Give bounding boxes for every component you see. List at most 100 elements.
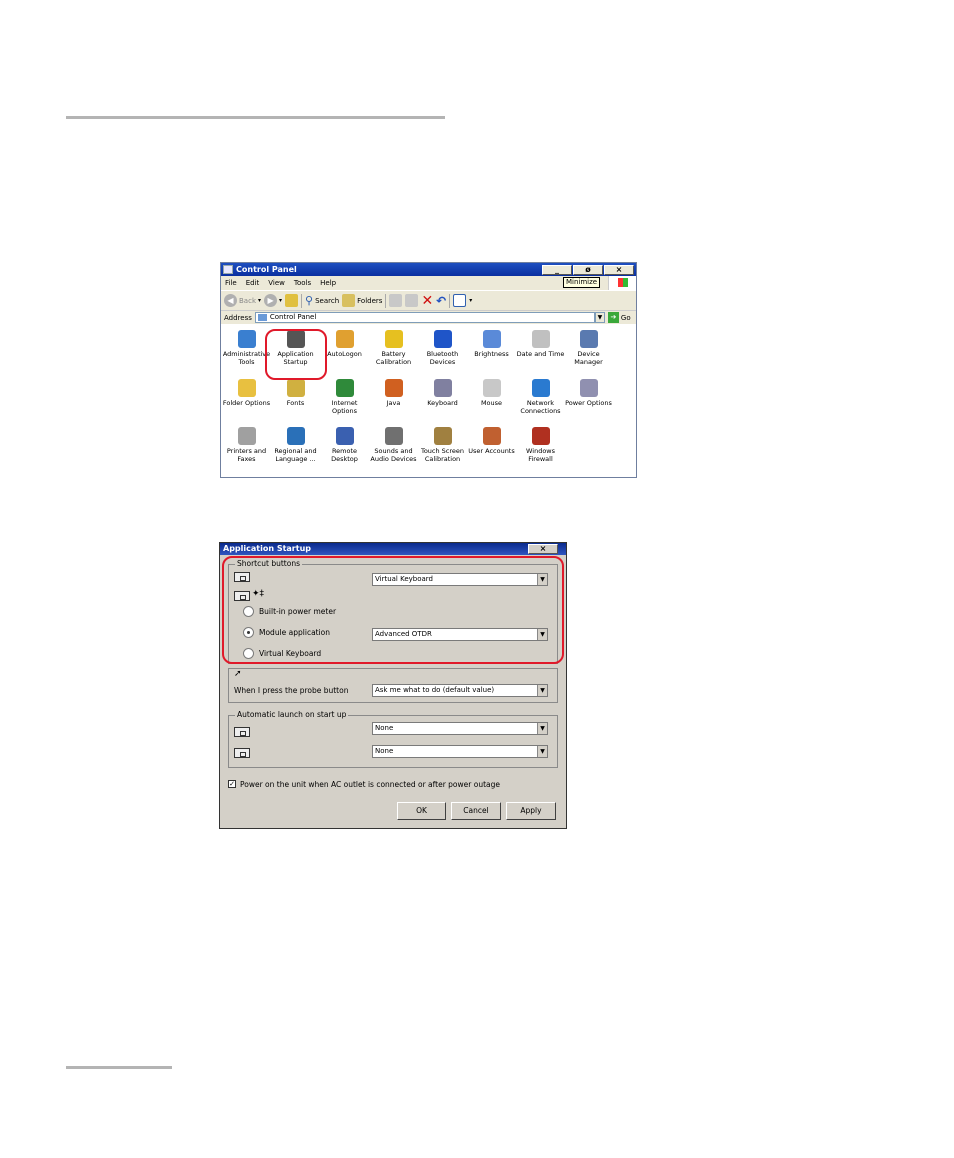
copy-to-icon[interactable]: [405, 294, 419, 307]
address-dropdown-icon[interactable]: ▼: [594, 312, 605, 323]
control-panel-item[interactable]: Device Manager: [564, 330, 613, 366]
control-panel-item[interactable]: Internet Options: [320, 379, 369, 415]
probe-button-label: When I press the probe button: [234, 686, 349, 695]
menu-edit[interactable]: Edit: [246, 279, 260, 287]
control-panel-item-label: AutoLogon: [327, 350, 362, 358]
control-panel-item[interactable]: Bluetooth Devices: [418, 330, 467, 366]
control-panel-item[interactable]: Administrative Tools: [222, 330, 271, 366]
back-dropdown-icon[interactable]: ▾: [258, 297, 261, 304]
battery-icon: [384, 330, 403, 348]
control-panel-item-label: Brightness: [474, 350, 509, 358]
undo-icon[interactable]: ↶: [436, 295, 446, 307]
probe-button-combo[interactable]: Ask me what to do (default value) ▼: [372, 684, 548, 697]
delete-icon[interactable]: ✕: [421, 294, 433, 308]
auto-launch-2-value: None: [375, 747, 394, 755]
folders-icon: [342, 294, 356, 307]
toolbar: ◀ Back ▾ ▶ ▾ ⚲ Search Folders ✕ ↶ ▾: [221, 290, 636, 310]
views-icon[interactable]: [453, 294, 467, 307]
address-input[interactable]: Control Panel: [254, 312, 595, 323]
auto-launch-1-combo[interactable]: None ▼: [372, 722, 548, 735]
search-label: Search: [315, 296, 340, 305]
control-panel-item[interactable]: Mouse: [467, 379, 516, 407]
control-panel-item[interactable]: Battery Calibration: [369, 330, 418, 366]
control-panel-item-label: Sounds and Audio Devices: [370, 447, 417, 463]
control-panel-item[interactable]: Regional and Language ...: [271, 427, 320, 463]
ok-button[interactable]: OK: [397, 802, 446, 820]
close-button[interactable]: ×: [604, 264, 634, 275]
back-button[interactable]: ◀ Back ▾: [224, 294, 261, 307]
control-panel-item-label: Printers and Faxes: [226, 447, 267, 463]
control-panel-item[interactable]: Date and Time: [516, 330, 565, 358]
auto-launch-1-icon: [234, 727, 250, 737]
control-panel-item[interactable]: Windows Firewall: [516, 427, 565, 463]
control-panel-item[interactable]: Fonts: [271, 379, 320, 407]
control-panel-item-label: Folder Options: [222, 399, 271, 407]
application-startup-highlight: [265, 329, 327, 380]
forward-dropdown-icon[interactable]: ▾: [279, 297, 282, 304]
minimize-button[interactable]: _: [542, 264, 572, 275]
control-panel-item[interactable]: Sounds and Audio Devices: [369, 427, 418, 463]
control-panel-item[interactable]: User Accounts: [467, 427, 516, 455]
control-panel-item[interactable]: Printers and Faxes: [222, 427, 271, 463]
search-icon: ⚲: [305, 294, 314, 307]
menu-file[interactable]: File: [225, 279, 237, 287]
up-folder-icon[interactable]: [285, 294, 299, 307]
windows-logo: [608, 276, 636, 290]
control-panel-item[interactable]: Power Options: [564, 379, 613, 407]
chevron-down-icon[interactable]: ▼: [537, 723, 547, 734]
menu-help[interactable]: Help: [320, 279, 336, 287]
date-time-icon: [531, 330, 550, 348]
bluetooth-icon: [433, 330, 452, 348]
power-on-label: Power on the unit when AC outlet is conn…: [240, 780, 500, 789]
user-accounts-icon: [482, 427, 501, 445]
forward-button[interactable]: ▶ ▾: [264, 294, 282, 307]
control-panel-item[interactable]: Touch Screen Calibration: [418, 427, 467, 463]
control-panel-item[interactable]: Brightness: [467, 330, 516, 358]
control-panel-item-label: Network Connections: [520, 399, 561, 415]
java-icon: [384, 379, 403, 397]
auto-launch-2-combo[interactable]: None ▼: [372, 745, 548, 758]
control-panel-item-label: Java: [386, 399, 401, 407]
printers-icon: [237, 427, 256, 445]
search-button[interactable]: ⚲ Search: [305, 294, 339, 307]
control-panel-item-label: Remote Desktop: [331, 447, 358, 463]
toolbar-separator: [449, 293, 451, 308]
brightness-icon: [482, 330, 501, 348]
control-panel-item[interactable]: Folder Options: [222, 379, 271, 407]
autologon-icon: [335, 330, 354, 348]
device-manager-icon: [579, 330, 598, 348]
dialog-titlebar[interactable]: Application Startup ×: [220, 543, 566, 555]
views-dropdown-icon[interactable]: ▾: [469, 297, 472, 304]
probe-icon: ➚: [234, 669, 242, 679]
menu-view[interactable]: View: [268, 279, 285, 287]
forward-arrow-icon: ▶: [264, 294, 278, 307]
control-panel-item[interactable]: Network Connections: [516, 379, 565, 415]
control-panel-item[interactable]: Remote Desktop: [320, 427, 369, 463]
back-arrow-icon: ◀: [224, 294, 237, 307]
address-bar: Address Control Panel ▼ ➔ Go: [221, 310, 636, 324]
page-footer-rule: [66, 1066, 172, 1069]
firewall-icon: [531, 427, 550, 445]
chevron-down-icon[interactable]: ▼: [537, 746, 547, 757]
remote-desktop-icon: [335, 427, 354, 445]
toolbar-separator: [301, 293, 303, 308]
window-title: Control Panel: [236, 265, 297, 274]
chevron-down-icon[interactable]: ▼: [537, 685, 547, 696]
control-panel-item-label: Internet Options: [331, 399, 358, 415]
menu-tools[interactable]: Tools: [294, 279, 311, 287]
control-panel-item[interactable]: Java: [369, 379, 418, 407]
control-panel-item[interactable]: Keyboard: [418, 379, 467, 407]
maximize-button[interactable]: ø: [573, 264, 603, 275]
cancel-button[interactable]: Cancel: [451, 802, 501, 820]
go-button[interactable]: ➔ Go: [607, 312, 631, 323]
dialog-close-button[interactable]: ×: [528, 544, 558, 554]
apply-button[interactable]: Apply: [506, 802, 556, 820]
back-label: Back: [239, 296, 256, 305]
move-to-icon[interactable]: [389, 294, 403, 307]
control-panel-item-label: Keyboard: [427, 399, 458, 407]
mouse-icon: [482, 379, 501, 397]
control-panel-titlebar[interactable]: Control Panel _ ø ×: [221, 263, 636, 276]
folders-button[interactable]: Folders: [342, 294, 382, 307]
control-panel-item[interactable]: AutoLogon: [320, 330, 369, 358]
power-on-checkbox[interactable]: ✓: [228, 780, 236, 788]
